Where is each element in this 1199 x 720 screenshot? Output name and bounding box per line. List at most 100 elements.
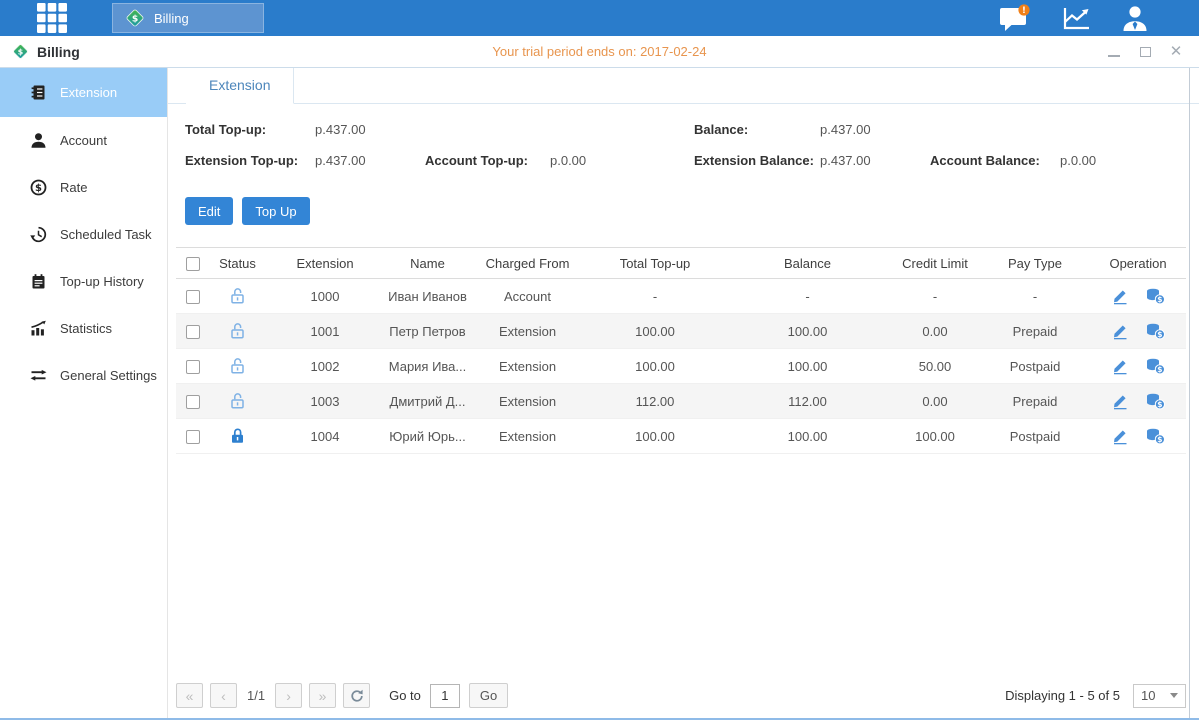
table-row: 1003 Дмитрий Д... Extension 112.00 112.0… [176,384,1186,419]
cell-charged-from: Extension [470,419,585,454]
sidebar: Extension Account $ Rate [0,68,168,718]
notifications-button[interactable]: ! [999,4,1031,32]
refresh-icon [350,689,364,703]
col-name: Name [385,248,470,279]
sidebar-item-label: Account [60,133,107,148]
edit-icon[interactable] [1112,428,1129,445]
cell-extension: 1000 [265,279,385,314]
bar-chart-icon [30,320,47,337]
cell-balance: 100.00 [725,419,890,454]
window-controls: ✕ [1107,45,1199,59]
sidebar-item-account[interactable]: Account [0,117,167,164]
top-up-icon[interactable]: $ [1146,358,1165,375]
table-row: 1002 Мария Ива... Extension 100.00 100.0… [176,349,1186,384]
cell-name: Мария Ива... [385,349,470,384]
table-row: 1000 Иван Иванов Account - - - - [176,279,1186,314]
top-up-icon[interactable]: $ [1146,428,1165,445]
row-checkbox[interactable] [186,430,200,444]
account-balance-value: p.0.00 [1060,153,1096,168]
account-balance-label: Account Balance: [930,153,1040,168]
window-title-bar: $ Billing Your trial period ends on: 201… [0,36,1199,68]
svg-text:$: $ [1157,295,1162,304]
minimize-button[interactable] [1107,45,1121,59]
extension-balance-label: Extension Balance: [694,153,814,168]
top-app-bar: $ Billing ! [0,0,1199,36]
sliders-icon [30,367,47,384]
go-button[interactable]: Go [469,683,508,708]
row-checkbox[interactable] [186,325,200,339]
edit-icon[interactable] [1112,393,1129,410]
page-size-select[interactable]: 10 [1133,684,1186,708]
cell-credit-limit: 0.00 [890,384,980,419]
sidebar-item-statistics[interactable]: Statistics [0,305,167,352]
refresh-button[interactable] [343,683,370,708]
col-pay-type: Pay Type [980,248,1090,279]
status-unlocked-icon[interactable] [230,357,245,375]
balance-value: p.437.00 [820,122,871,137]
row-checkbox[interactable] [186,290,200,304]
tab-extension[interactable]: Extension [186,68,294,104]
edit-icon[interactable] [1112,288,1129,305]
action-buttons: Edit Top Up [185,197,1199,225]
billing-diamond-icon: $ [125,8,145,28]
trial-notice: Your trial period ends on: 2017-02-24 [0,44,1199,59]
status-locked-icon[interactable] [230,427,245,445]
col-total-topup: Total Top-up [585,248,725,279]
cell-total-topup: 112.00 [585,384,725,419]
top-up-icon[interactable]: $ [1146,393,1165,410]
col-status: Status [210,248,265,279]
maximize-button[interactable] [1138,45,1152,59]
row-checkbox[interactable] [186,360,200,374]
cell-name: Дмитрий Д... [385,384,470,419]
sidebar-item-extension[interactable]: Extension [0,68,167,117]
billing-diamond-icon: $ [12,43,29,60]
cell-extension: 1004 [265,419,385,454]
top-up-icon[interactable]: $ [1146,323,1165,340]
first-page-button[interactable]: « [176,683,203,708]
app-grid-menu-button[interactable] [34,3,70,33]
sidebar-item-scheduled-task[interactable]: Scheduled Task [0,211,167,258]
edit-icon[interactable] [1112,323,1129,340]
goto-page-input[interactable] [430,684,460,708]
top-up-button[interactable]: Top Up [242,197,309,225]
cell-pay-type: - [980,279,1090,314]
user-account-button[interactable] [1121,5,1149,32]
reports-button[interactable] [1061,5,1091,31]
billing-app-tab[interactable]: $ Billing [112,3,264,33]
cell-total-topup: - [585,279,725,314]
status-unlocked-icon[interactable] [230,287,245,305]
cell-name: Петр Петров [385,314,470,349]
edit-button[interactable]: Edit [185,197,233,225]
cell-credit-limit: 100.00 [890,419,980,454]
displaying-count: Displaying 1 - 5 of 5 [1005,688,1120,703]
sidebar-item-topup-history[interactable]: Top-up History [0,258,167,305]
cell-charged-from: Extension [470,384,585,419]
next-page-button[interactable]: › [275,683,302,708]
svg-text:$: $ [1157,330,1162,339]
edit-icon[interactable] [1112,358,1129,375]
close-button[interactable]: ✕ [1169,45,1183,59]
history-clock-icon [30,226,47,243]
main-content: Extension Total Top-up: p.437.00 Balance… [168,68,1199,718]
maximize-icon [1140,47,1151,57]
pagination-bar: « ‹ 1/1 › » Go to Go Displaying 1 - 5 of… [176,683,1186,708]
top-up-icon[interactable]: $ [1146,288,1165,305]
sidebar-item-rate[interactable]: $ Rate [0,164,167,211]
sidebar-item-general-settings[interactable]: General Settings [0,352,167,399]
row-checkbox[interactable] [186,395,200,409]
status-unlocked-icon[interactable] [230,322,245,340]
user-icon [1121,5,1149,32]
window-title-text: Billing [37,44,80,60]
last-page-button[interactable]: » [309,683,336,708]
status-unlocked-icon[interactable] [230,392,245,410]
prev-page-button[interactable]: ‹ [210,683,237,708]
sidebar-item-label: Extension [60,85,117,100]
cell-credit-limit: 0.00 [890,314,980,349]
svg-text:$: $ [1157,435,1162,444]
select-all-checkbox[interactable] [186,257,200,271]
person-icon [30,132,47,149]
table-row: 1004 Юрий Юрь... Extension 100.00 100.00… [176,419,1186,454]
cell-balance: - [725,279,890,314]
col-operation: Operation [1090,248,1186,279]
balance-summary: Total Top-up: p.437.00 Balance: p.437.00… [168,116,1199,182]
